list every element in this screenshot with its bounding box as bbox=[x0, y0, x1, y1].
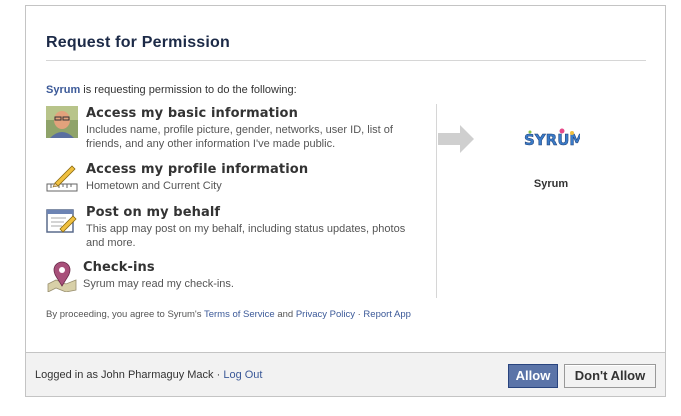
pencil-ruler-icon bbox=[46, 165, 78, 192]
report-app-link[interactable]: Report App bbox=[363, 309, 411, 320]
dont-allow-button[interactable]: Don't Allow bbox=[564, 364, 656, 388]
permission-title: Access my profile information bbox=[86, 162, 309, 177]
logged-in-status: Logged in as John Pharmaguy Mack · Log O… bbox=[35, 369, 262, 381]
title-divider bbox=[46, 60, 646, 61]
user-photo-icon bbox=[46, 106, 78, 138]
allow-button[interactable]: Allow bbox=[508, 364, 558, 388]
dialog-footer: Logged in as John Pharmaguy Mack · Log O… bbox=[26, 352, 665, 396]
permission-title: Access my basic information bbox=[86, 106, 298, 121]
privacy-policy-link[interactable]: Privacy Policy bbox=[296, 309, 355, 320]
logged-in-text: Logged in as John Pharmaguy Mack bbox=[35, 369, 214, 381]
app-name-label: Syrum bbox=[533, 178, 569, 190]
permission-description: This app may post on my behalf, includin… bbox=[86, 223, 406, 249]
terms-and: and bbox=[274, 309, 296, 320]
edit-note-icon bbox=[46, 209, 77, 233]
permission-description: Hometown and Current City bbox=[86, 180, 222, 192]
permission-description: Syrum may read my check-ins. bbox=[83, 278, 234, 290]
permission-title: Post on my behalf bbox=[86, 205, 221, 220]
vertical-divider bbox=[436, 104, 437, 298]
app-logo: SYRUM bbox=[524, 128, 580, 149]
permission-dialog: Request for Permission Syrum is requesti… bbox=[25, 5, 666, 397]
terms-text: By proceeding, you agree to Syrum's Term… bbox=[46, 309, 411, 320]
intro-text: Syrum is requesting permission to do the… bbox=[46, 84, 297, 96]
log-out-link[interactable]: Log Out bbox=[223, 369, 262, 381]
terms-prefix: By proceeding, you agree to Syrum's bbox=[46, 309, 204, 320]
permission-description: Includes name, profile picture, gender, … bbox=[86, 124, 393, 150]
footer-separator: · bbox=[213, 369, 224, 381]
intro-suffix: is requesting permission to do the follo… bbox=[80, 84, 297, 96]
permission-title: Check-ins bbox=[83, 260, 155, 275]
terms-of-service-link[interactable]: Terms of Service bbox=[204, 309, 275, 320]
app-name-link[interactable]: Syrum bbox=[46, 84, 80, 96]
map-pin-icon bbox=[47, 261, 77, 292]
arrow-right-icon bbox=[438, 125, 474, 153]
dialog-title: Request for Permission bbox=[46, 34, 231, 51]
